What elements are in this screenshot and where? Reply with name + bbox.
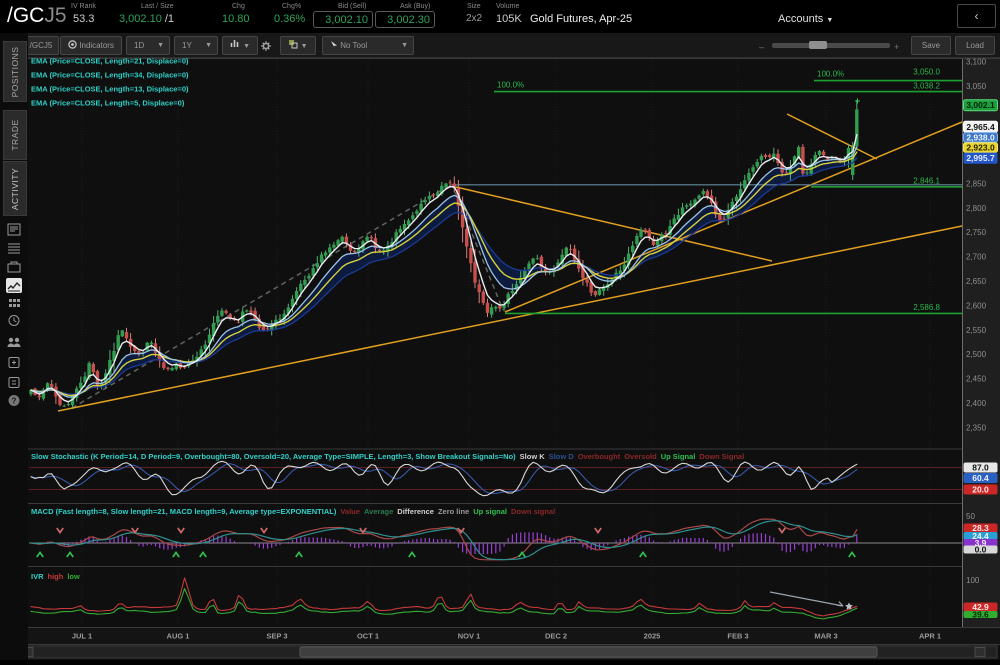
svg-text:50: 50 [966, 512, 975, 521]
svg-text:2,846.1: 2,846.1 [913, 177, 940, 186]
svg-text:2,600: 2,600 [966, 301, 987, 310]
svg-text:3,050.0: 3,050.0 [913, 68, 940, 77]
svg-text:100: 100 [966, 576, 980, 585]
svg-text:MAR 3: MAR 3 [814, 632, 837, 641]
svg-text:2,850: 2,850 [966, 179, 987, 188]
svg-text:2,995.7: 2,995.7 [966, 153, 995, 163]
svg-text:2,923.0: 2,923.0 [966, 143, 995, 153]
svg-text:2,400: 2,400 [966, 399, 987, 408]
svg-text:AUG 1: AUG 1 [167, 632, 190, 641]
svg-text:100.0%: 100.0% [817, 70, 844, 79]
svg-text:FEB 3: FEB 3 [727, 632, 748, 641]
svg-text:2,650: 2,650 [966, 277, 987, 286]
svg-text:2,800: 2,800 [966, 204, 987, 213]
svg-text:EMA (Price=CLOSE, Length=5, Di: EMA (Price=CLOSE, Length=5, Displace=0) [31, 99, 185, 108]
svg-text:?: ? [12, 397, 17, 406]
svg-text:60.4: 60.4 [972, 473, 989, 483]
svg-text:2,350: 2,350 [966, 423, 987, 432]
svg-text:2,450: 2,450 [966, 375, 987, 384]
svg-text:EMA (Price=CLOSE, Length=21, D: EMA (Price=CLOSE, Length=21, Displace=0) [31, 58, 189, 66]
svg-text:2,938.0: 2,938.0 [966, 132, 995, 142]
svg-text:2,750: 2,750 [966, 228, 987, 237]
svg-text:SEP 3: SEP 3 [266, 632, 287, 641]
svg-text:Slow Stochastic (K Period=14,: Slow Stochastic (K Period=14, D Period=9… [31, 452, 744, 461]
svg-text:2,550: 2,550 [966, 326, 987, 335]
svg-text:87.0: 87.0 [972, 463, 989, 473]
svg-text:JUL 1: JUL 1 [72, 632, 92, 641]
svg-text:NOV 1: NOV 1 [458, 632, 481, 641]
svg-text:3,050: 3,050 [966, 82, 987, 91]
svg-text:20.0: 20.0 [972, 485, 989, 495]
svg-text:OCT 1: OCT 1 [357, 632, 379, 641]
svg-text:100.0%: 100.0% [497, 81, 524, 90]
svg-text:APR 1: APR 1 [919, 632, 941, 641]
svg-text:3,002.1: 3,002.1 [966, 100, 995, 110]
svg-text:EMA (Price=CLOSE, Length=34, D: EMA (Price=CLOSE, Length=34, Displace=0) [31, 71, 189, 80]
svg-text:DEC 2: DEC 2 [545, 632, 567, 641]
svg-text:0.0: 0.0 [975, 545, 987, 555]
svg-text:2,586.8: 2,586.8 [913, 303, 940, 312]
svg-text:2,500: 2,500 [966, 350, 987, 359]
svg-text:2025: 2025 [644, 632, 661, 641]
svg-text:IVRhighlow: IVR high low [31, 572, 80, 581]
svg-text:2,700: 2,700 [966, 253, 987, 262]
svg-text:39.6: 39.6 [972, 610, 989, 620]
svg-text:EMA (Price=CLOSE, Length=13, D: EMA (Price=CLOSE, Length=13, Displace=0) [31, 85, 189, 94]
svg-text:MACD (Fast length=8, Slow leng: MACD (Fast length=8, Slow length=21, MAC… [31, 507, 555, 516]
svg-text:3,038.2: 3,038.2 [913, 82, 940, 91]
svg-text:3,100: 3,100 [966, 58, 987, 66]
svg-text:2,965.4: 2,965.4 [966, 122, 995, 132]
